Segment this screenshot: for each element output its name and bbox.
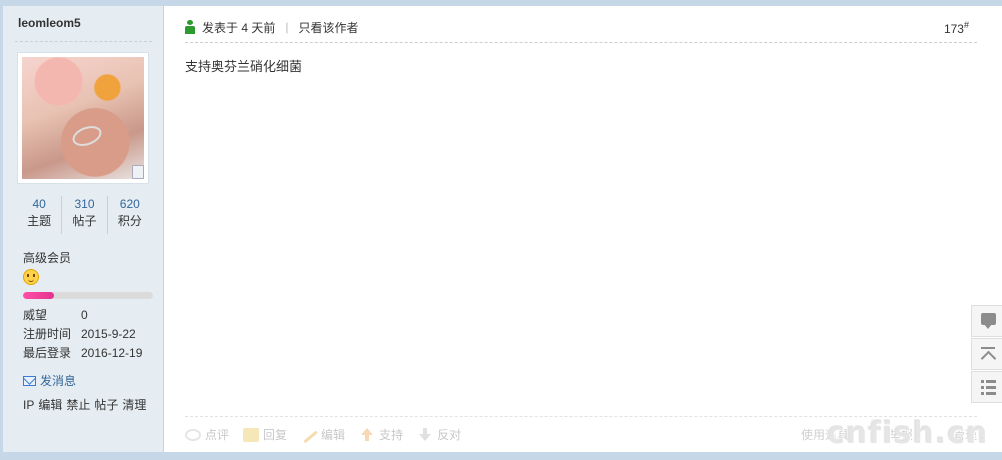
post-body: 发表于 4 天前 | 只看该作者 173# 支持奥芬兰硝化细菌 点评 回复 编辑…	[165, 6, 979, 452]
watermark-logo: cnfish.cn	[827, 416, 989, 451]
avatar-image	[22, 57, 144, 179]
post-time: 发表于 4 天前	[202, 20, 276, 35]
bottom-border	[0, 452, 1002, 460]
mail-icon	[23, 375, 36, 386]
stat-threads[interactable]: 40 主题	[17, 196, 61, 234]
floor-number[interactable]: 173#	[944, 20, 969, 36]
online-user-icon	[185, 20, 195, 34]
user-info: 威望 0 注册时间 2015-9-22 最后登录 2016-12-19	[23, 306, 142, 363]
stat-posts-label: 帖子	[72, 214, 97, 228]
floor-mark: #	[963, 20, 969, 30]
stat-posts[interactable]: 310 帖子	[61, 196, 106, 234]
edit-button[interactable]: 编辑	[300, 426, 346, 443]
admin-link-ban[interactable]: 禁止	[66, 398, 90, 412]
level-progress-fill	[23, 292, 55, 299]
user-stats: 40 主题 310 帖子 620 积分	[17, 196, 152, 234]
support-button[interactable]: 支持	[359, 426, 403, 443]
info-row-prestige: 威望 0	[23, 306, 142, 325]
device-badge-icon	[132, 165, 144, 179]
stat-threads-label: 主题	[27, 214, 52, 228]
send-message-link[interactable]: 发消息	[23, 372, 76, 389]
admin-links: IP 编辑 禁止 帖子 清理	[23, 396, 150, 413]
admin-link-ip[interactable]: IP	[23, 398, 34, 412]
stat-credits-label: 积分	[117, 214, 142, 228]
eye-icon	[185, 428, 201, 441]
admin-link-posts[interactable]: 帖子	[94, 398, 118, 412]
info-value: 0	[81, 308, 88, 322]
info-value: 2015-9-22	[81, 327, 136, 341]
pencil-icon	[300, 426, 318, 443]
quick-reply-icon[interactable]	[971, 305, 1002, 337]
info-row-last-login: 最后登录 2016-12-19	[23, 344, 142, 363]
rate-label: 点评	[205, 428, 230, 442]
info-row-registered: 注册时间 2015-9-22	[23, 325, 142, 344]
avatar[interactable]	[17, 52, 149, 184]
floor-value: 173	[943, 22, 964, 36]
username-link[interactable]: leomleom5	[18, 16, 81, 30]
post-content: 支持奥芬兰硝化细菌	[185, 59, 303, 74]
back-to-list-icon[interactable]	[971, 371, 1002, 403]
info-label: 最后登录	[23, 346, 72, 360]
post-header: 发表于 4 天前 | 只看该作者	[185, 18, 358, 36]
oppose-button[interactable]: 反对	[417, 426, 461, 443]
smiley-level-icon	[23, 269, 39, 285]
back-to-top-icon[interactable]	[971, 338, 1002, 370]
divider	[185, 42, 977, 43]
admin-link-clean[interactable]: 清理	[122, 398, 146, 412]
ring-detail	[69, 122, 105, 150]
info-label: 注册时间	[23, 327, 72, 341]
admin-link-edit[interactable]: 编辑	[38, 398, 62, 412]
info-label: 威望	[23, 308, 48, 322]
user-group[interactable]: 高级会员	[23, 249, 71, 266]
stat-posts-value[interactable]: 310	[62, 196, 106, 212]
edit-label: 编辑	[321, 428, 346, 442]
level-progress-bar	[23, 292, 153, 299]
divider	[15, 41, 152, 42]
support-label: 支持	[379, 428, 404, 442]
rate-button[interactable]: 点评	[185, 426, 229, 443]
header-separator: |	[285, 20, 289, 34]
arrow-down-icon	[417, 427, 433, 442]
user-sidebar: leomleom5 40 主题 310 帖子 620 积分 高级会员 威望 0 …	[3, 6, 164, 452]
post-actions: 点评 回复 编辑 支持 反对	[185, 426, 475, 443]
stat-credits-value[interactable]: 620	[108, 196, 152, 212]
view-author-only-link[interactable]: 只看该作者	[298, 19, 358, 36]
info-value: 2016-12-19	[81, 346, 143, 360]
oppose-label: 反对	[437, 428, 462, 442]
stat-threads-value[interactable]: 40	[17, 196, 61, 212]
arrow-up-icon	[359, 427, 375, 442]
reply-bubble-icon	[243, 427, 260, 442]
stat-credits[interactable]: 620 积分	[106, 196, 152, 234]
reply-button[interactable]: 回复	[243, 426, 287, 443]
floating-tools	[971, 305, 1002, 404]
reply-label: 回复	[263, 428, 288, 442]
forum-post-frame: leomleom5 40 主题 310 帖子 620 积分 高级会员 威望 0 …	[0, 0, 1002, 460]
send-message-label: 发消息	[40, 374, 77, 388]
